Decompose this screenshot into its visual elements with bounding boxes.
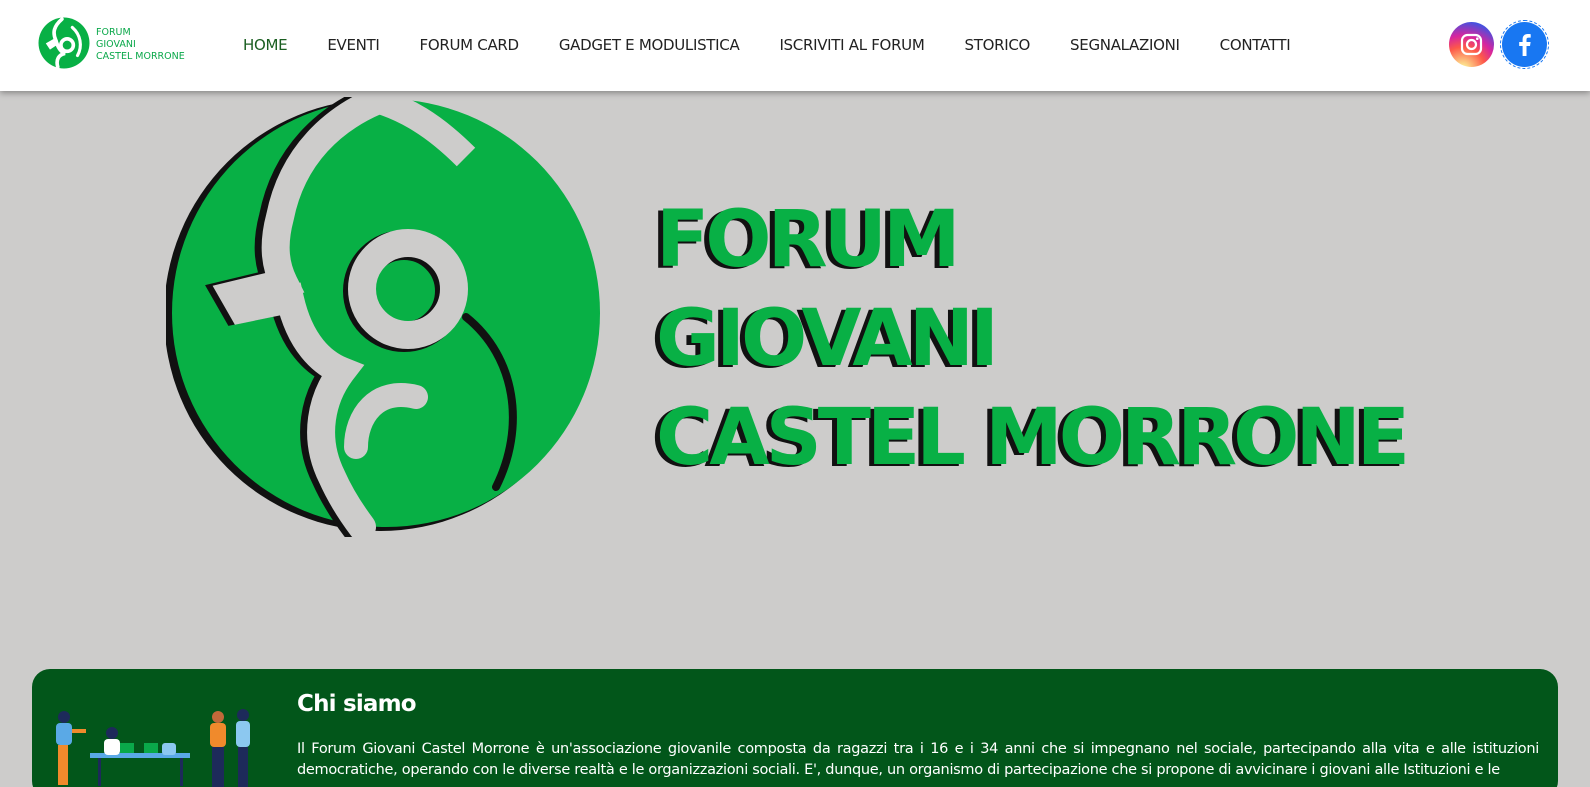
brand-line: FORUM: [96, 27, 131, 38]
hero-title: FORUM GIOVANI CASTEL MORRONE: [656, 191, 1410, 488]
nav-item-segnalazioni[interactable]: SEGNALAZIONI: [1070, 36, 1180, 54]
about-text: Il Forum Giovani Castel Morrone è un'ass…: [297, 741, 1539, 778]
facebook-icon: [1519, 34, 1531, 56]
brand-line: GIOVANI: [96, 39, 136, 50]
site-header: FORUM GIOVANI CASTEL MORRONE HOME EVENTI…: [0, 0, 1590, 91]
about-heading: Chi siamo: [297, 691, 417, 717]
brand-logo-link[interactable]: FORUM GIOVANI CASTEL MORRONE: [38, 17, 193, 71]
nav-item-eventi[interactable]: EVENTI: [327, 36, 380, 54]
nav-item-storico[interactable]: STORICO: [965, 36, 1031, 54]
instagram-link[interactable]: [1449, 22, 1494, 67]
instagram-icon: [1460, 33, 1483, 56]
nav-item-gadget-modulistica[interactable]: GADGET E MODULISTICA: [559, 36, 740, 54]
nav-item-contatti[interactable]: CONTATTI: [1220, 36, 1291, 54]
hero-banner: FORUM GIOVANI CASTEL MORRONE: [0, 91, 1590, 651]
about-section: Chi siamo Il Forum Giovani Castel Morron…: [32, 669, 1558, 787]
main-nav: HOME EVENTI FORUM CARD GADGET E MODULIST…: [243, 36, 1291, 54]
nav-item-iscriviti[interactable]: ISCRIVITI AL FORUM: [779, 36, 924, 54]
forum-giovani-logo-icon: [38, 17, 90, 69]
hero-title-line: CASTEL MORRONE: [656, 393, 1410, 483]
nav-item-home[interactable]: HOME: [243, 36, 288, 54]
brand-line: CASTEL MORRONE: [96, 51, 185, 62]
nav-item-forum-card[interactable]: FORUM CARD: [420, 36, 520, 54]
forum-giovani-logo-icon: [166, 97, 600, 537]
hero-title-line: FORUM: [656, 195, 961, 285]
facebook-link[interactable]: [1500, 20, 1549, 69]
team-illustration: [56, 709, 250, 787]
hero-title-line: GIOVANI: [656, 294, 999, 384]
brand-text: FORUM GIOVANI CASTEL MORRONE: [96, 27, 185, 63]
